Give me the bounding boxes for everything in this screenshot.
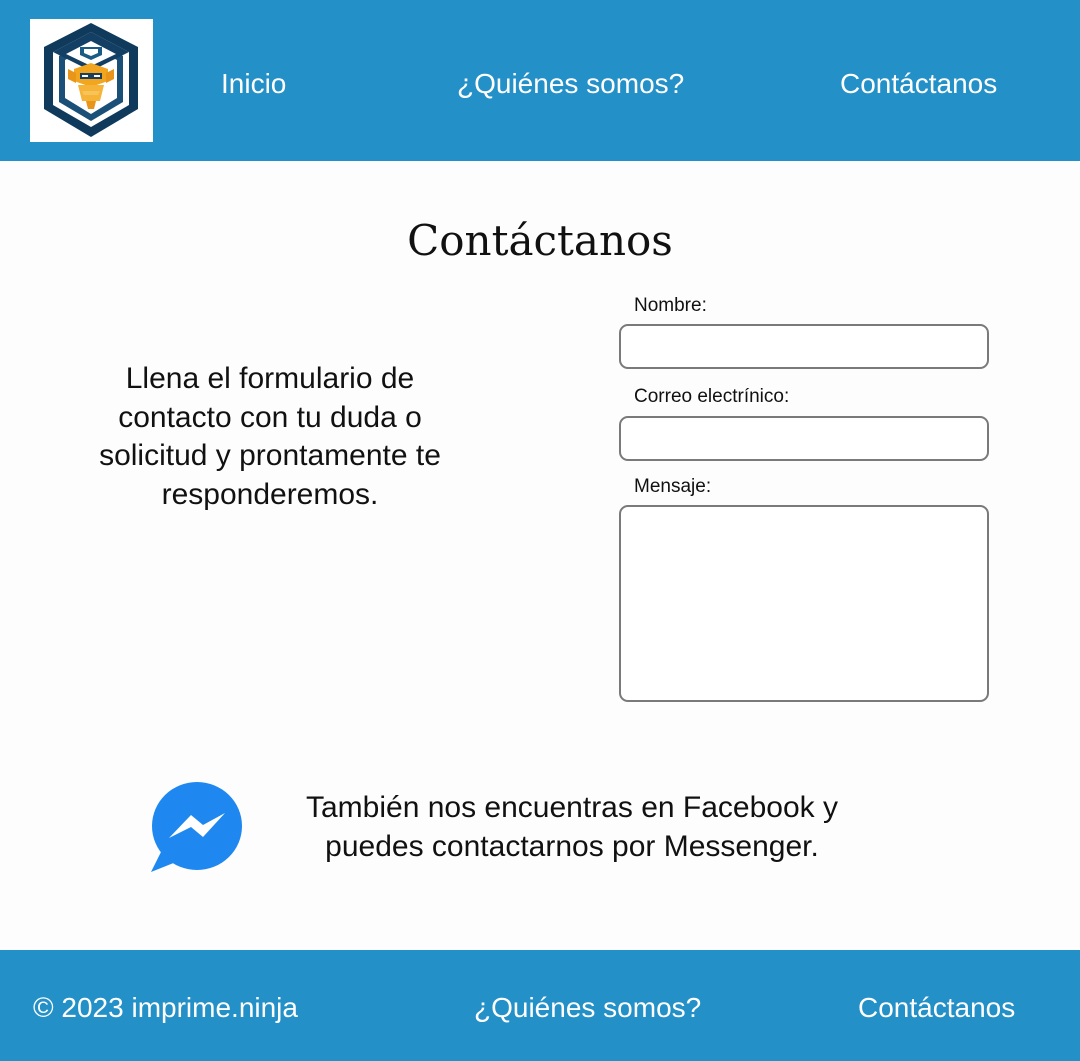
footer-link-quienes-somos[interactable]: ¿Quiénes somos? [474, 990, 701, 1026]
nav-link-inicio[interactable]: Inicio [221, 66, 286, 102]
ninja-cube-logo-icon [44, 23, 138, 137]
footer-copyright: © 2023 imprime.ninja [33, 992, 298, 1023]
site-footer: © 2023 imprime.ninja ¿Quiénes somos? Con… [0, 950, 1080, 1061]
messenger-link[interactable] [151, 782, 242, 872]
messenger-icon [151, 782, 242, 872]
contact-intro-text: Llena el formulario de contacto con tu d… [99, 362, 441, 511]
messenger-text: También nos encuentras en Facebook y pue… [306, 791, 838, 863]
nav-link-quienes-somos[interactable]: ¿Quiénes somos? [457, 66, 684, 102]
nav-link-contactanos[interactable]: Contáctanos [840, 66, 997, 102]
email-field[interactable] [619, 416, 989, 461]
message-label: Mensaje: [634, 476, 712, 497]
footer-link-contactanos[interactable]: Contáctanos [858, 990, 1015, 1026]
page-title: Contáctanos [407, 216, 673, 265]
site-logo[interactable] [30, 19, 153, 142]
message-field[interactable] [619, 505, 989, 702]
page: Inicio ¿Quiénes somos? Contáctanos Contá… [0, 0, 1080, 1061]
name-field[interactable] [619, 324, 989, 369]
name-label: Nombre: [634, 295, 707, 316]
site-header: Inicio ¿Quiénes somos? Contáctanos [0, 0, 1080, 161]
email-label: Correo electrínico: [634, 386, 790, 407]
